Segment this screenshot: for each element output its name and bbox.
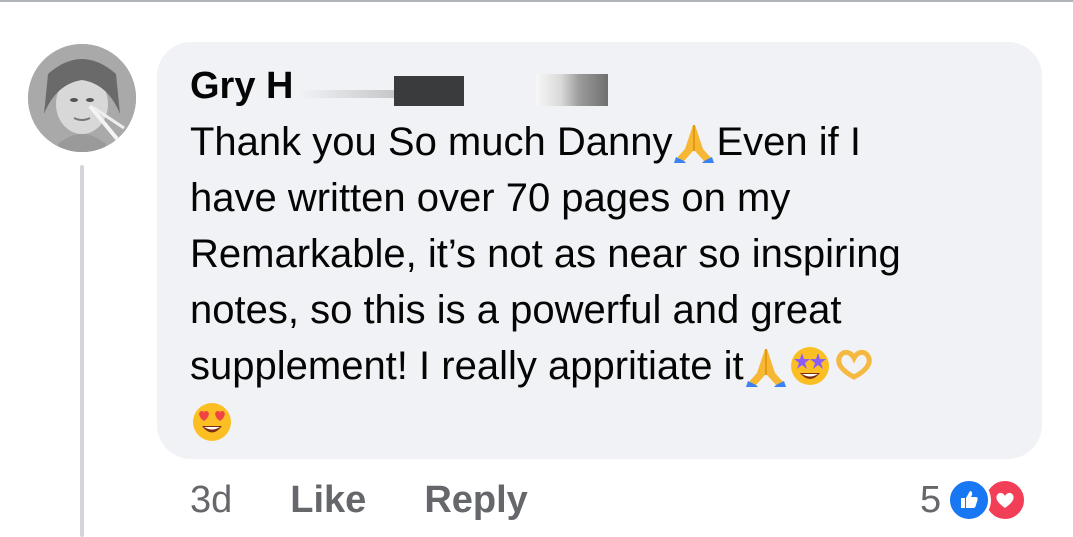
comment-line: Thank you So much Danny xyxy=(190,120,673,164)
heart-eyes-emoji xyxy=(190,399,234,443)
comment-view: Gry H Thank you So much Danny Even if I h… xyxy=(0,0,1073,537)
comment-line: supplement! I really appritiate it xyxy=(190,344,744,388)
redaction xyxy=(300,90,394,98)
star-struck-emoji xyxy=(788,343,832,387)
comment-line: Even if I xyxy=(716,120,861,164)
redaction xyxy=(536,74,608,106)
reaction-summary[interactable]: 5 xyxy=(920,474,1028,526)
heart-hands-emoji xyxy=(832,343,876,387)
thread-line xyxy=(80,165,84,537)
folded-hands-emoji xyxy=(744,343,788,387)
comment-author[interactable]: Gry H xyxy=(190,60,293,112)
like-button[interactable]: Like xyxy=(290,479,366,522)
avatar[interactable] xyxy=(28,44,136,152)
comment-line: notes, so this is a powerful and great xyxy=(190,288,842,332)
divider xyxy=(0,0,1073,2)
comment-age[interactable]: 3d xyxy=(190,479,232,522)
folded-hands-emoji xyxy=(672,119,716,163)
thumbs-up-icon xyxy=(947,478,992,522)
comment-text: Thank you So much Danny Even if I have wr… xyxy=(190,114,1020,450)
comment-line: Remarkable, it’s not as near so inspirin… xyxy=(190,232,901,276)
reply-button[interactable]: Reply xyxy=(424,479,527,522)
comment-line: have written over 70 pages on my xyxy=(190,176,791,220)
redaction xyxy=(394,76,464,106)
avatar-photo xyxy=(28,44,136,152)
comment-actions: 3d Like Reply xyxy=(190,474,586,526)
reaction-count: 5 xyxy=(920,478,942,521)
